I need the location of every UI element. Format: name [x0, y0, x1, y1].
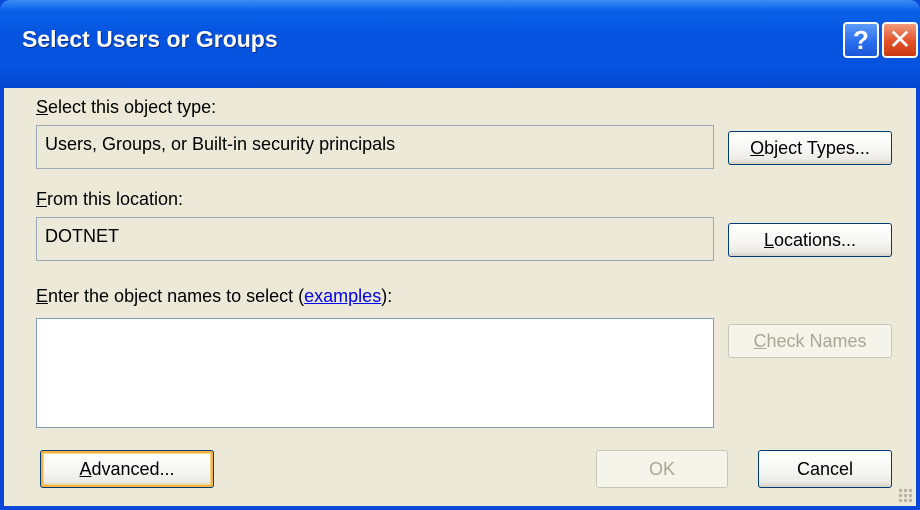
cancel-button[interactable]: Cancel: [758, 450, 892, 488]
object-names-label: Enter the object names to select (exampl…: [36, 286, 393, 306]
dialog-title: Select Users or Groups: [22, 26, 278, 52]
object-type-field: Users, Groups, or Built-in security prin…: [36, 125, 714, 169]
object-names-input[interactable]: [36, 318, 714, 428]
close-icon[interactable]: ✕: [882, 22, 918, 58]
locations-button[interactable]: Locations...: [728, 223, 892, 257]
title-bar[interactable]: Select Users or Groups ? ✕: [0, 0, 920, 88]
location-field: DOTNET: [36, 217, 714, 261]
select-users-dialog: Select Users or Groups ? ✕ Select this o…: [0, 0, 920, 510]
help-icon[interactable]: ?: [843, 22, 879, 58]
object-type-label: Select this object type:: [36, 97, 217, 117]
resize-grip[interactable]: [898, 488, 912, 502]
dialog-body: Select this object type: Users, Groups, …: [4, 88, 916, 506]
location-label: From this location:: [36, 189, 184, 209]
object-types-button[interactable]: Object Types...: [728, 131, 892, 165]
examples-link[interactable]: examples: [304, 286, 381, 306]
ok-button: OK: [596, 450, 728, 488]
check-names-button: Check Names: [728, 324, 892, 358]
advanced-button[interactable]: Advanced...: [40, 450, 214, 488]
